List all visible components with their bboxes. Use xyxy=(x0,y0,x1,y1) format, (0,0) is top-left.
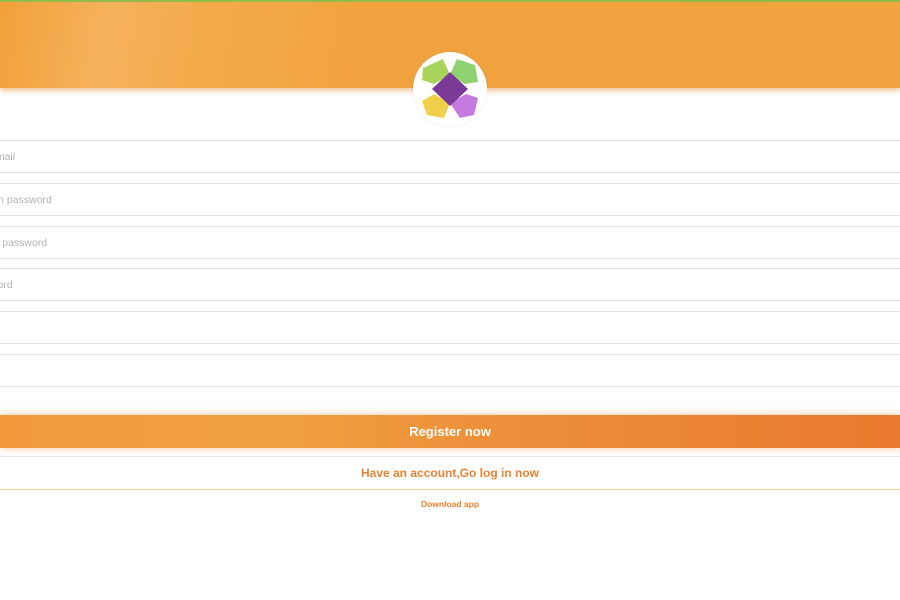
register-button[interactable]: Register now xyxy=(0,415,900,448)
app-logo-icon xyxy=(413,52,487,126)
login-password-input[interactable] xyxy=(0,184,900,215)
email-input[interactable] xyxy=(0,141,900,172)
extra-field-2[interactable] xyxy=(0,354,900,387)
extra-input-2[interactable] xyxy=(0,355,900,386)
logo-graphic xyxy=(422,59,478,118)
password-input[interactable] xyxy=(0,269,900,300)
download-app-link[interactable]: Download app xyxy=(0,499,900,509)
email-field[interactable] xyxy=(0,140,900,173)
confirm-password-field[interactable] xyxy=(0,226,900,259)
login-password-field[interactable] xyxy=(0,183,900,216)
extra-field-1[interactable] xyxy=(0,311,900,344)
password-field[interactable] xyxy=(0,268,900,301)
login-link[interactable]: Have an account,Go log in now xyxy=(0,456,900,490)
confirm-password-input[interactable] xyxy=(0,227,900,258)
extra-input-1[interactable] xyxy=(0,312,900,343)
register-page: Register now Have an account,Go log in n… xyxy=(0,0,900,600)
